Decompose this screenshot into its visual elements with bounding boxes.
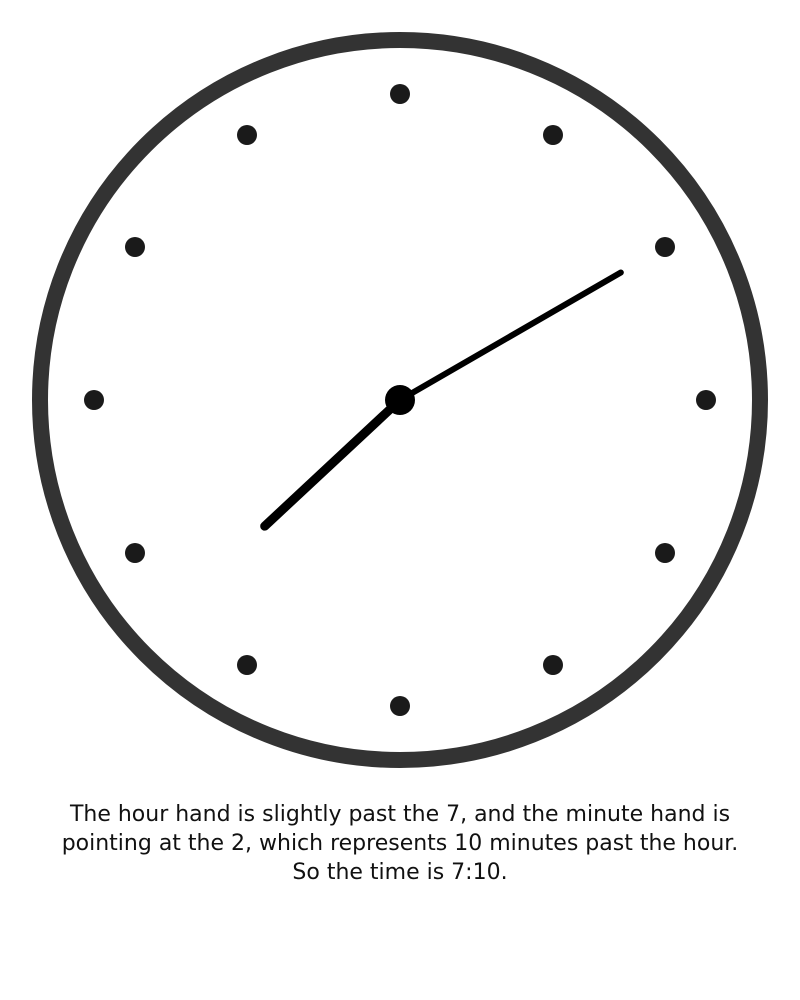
- hour-dot: [655, 543, 676, 563]
- hour-dot: [124, 543, 145, 563]
- hour-dot: [543, 655, 563, 676]
- hour-dot: [124, 237, 145, 257]
- hour-dot: [543, 124, 563, 145]
- hour-dot: [237, 655, 257, 676]
- page: The hour hand is slightly past the 7, an…: [0, 0, 800, 1000]
- hour-dot: [390, 84, 410, 104]
- center-cap: [385, 385, 415, 415]
- hour-dot: [84, 390, 104, 410]
- hour-dot: [696, 390, 716, 410]
- time-explanation-caption: The hour hand is slightly past the 7, an…: [61, 802, 739, 885]
- hour-dot: [390, 696, 410, 716]
- hour-dot: [655, 237, 676, 257]
- analog-clock: [32, 32, 768, 768]
- hour-dot: [237, 124, 257, 145]
